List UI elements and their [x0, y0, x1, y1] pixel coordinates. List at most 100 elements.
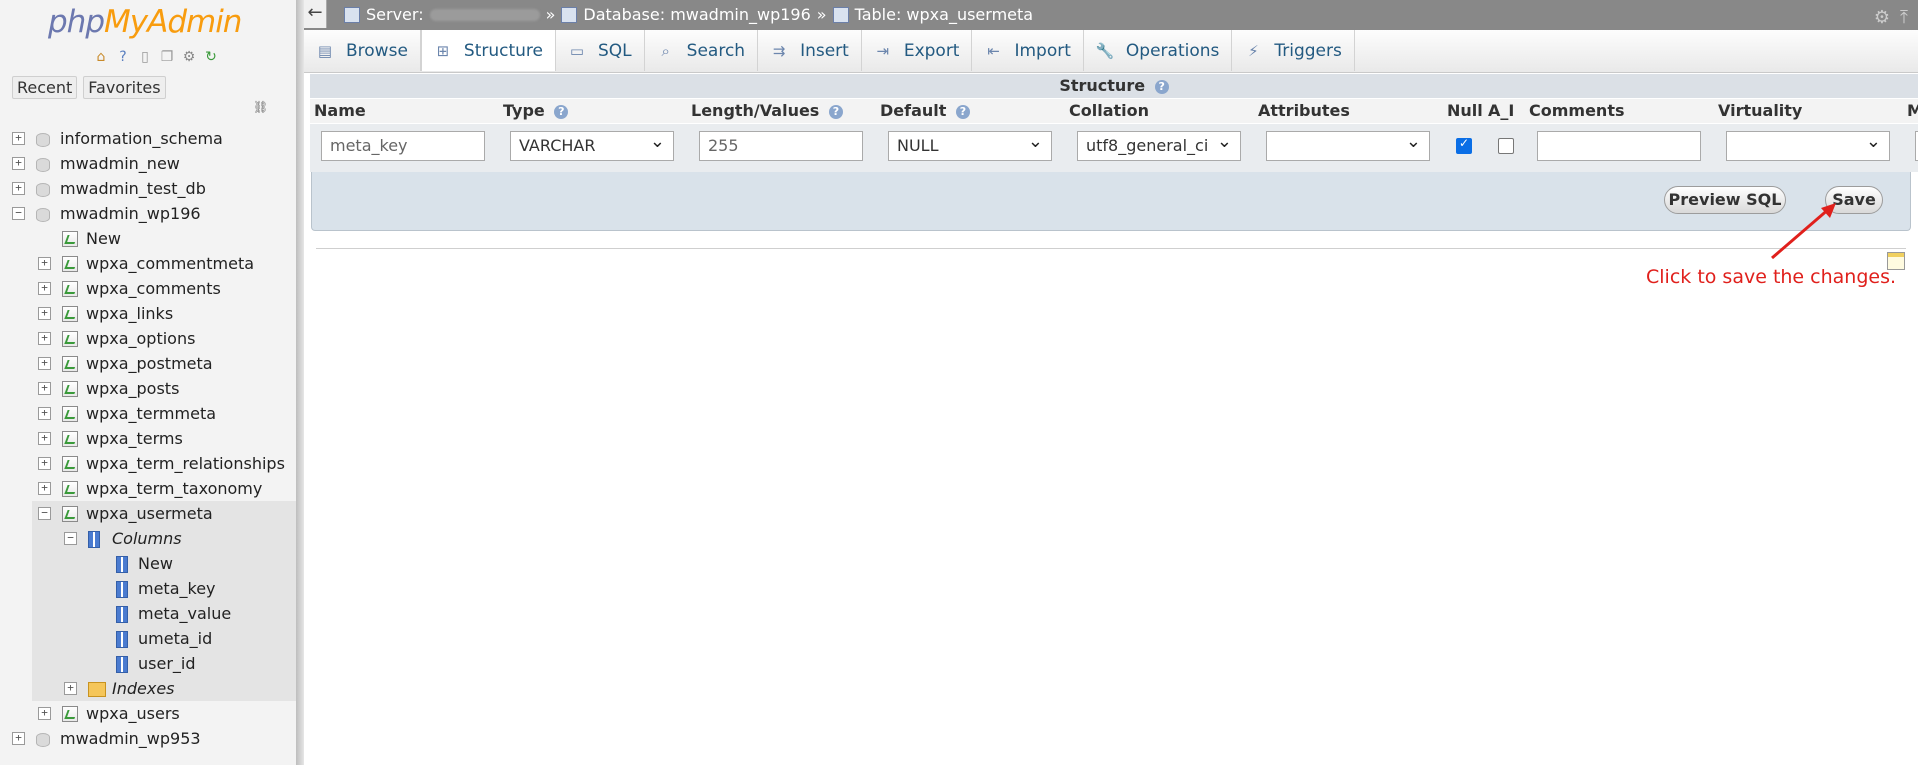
tree-item-label[interactable]: wpxa_term_taxonomy	[86, 476, 262, 501]
breadcrumb-server[interactable]: Server:	[366, 0, 424, 30]
tree-item-table[interactable]: + wpxa_commentmeta	[0, 251, 300, 276]
tab-sql[interactable]: ▭ SQL	[556, 30, 645, 71]
tree-item-label[interactable]: meta_key	[138, 576, 216, 601]
tree-item-label[interactable]: wpxa_usermeta	[86, 501, 213, 526]
tab-search[interactable]: ⌕ Search	[645, 30, 759, 71]
tree-item-new-column[interactable]: New	[32, 551, 300, 576]
column-length-input[interactable]: 255	[699, 131, 863, 161]
tree-item-label[interactable]: mwadmin_new	[60, 151, 180, 176]
collapse-icon[interactable]: −	[12, 207, 25, 220]
tree-item-column[interactable]: meta_value	[32, 601, 300, 626]
tree-item-label[interactable]: wpxa_terms	[86, 426, 183, 451]
column-name-input[interactable]: meta_key	[321, 131, 485, 161]
tree-item-table[interactable]: + wpxa_postmeta	[0, 351, 300, 376]
tree-item-label[interactable]: wpxa_termmeta	[86, 401, 216, 426]
collapse-icon[interactable]: ⤒	[1900, 3, 1908, 33]
expand-icon[interactable]: +	[38, 382, 51, 395]
expand-icon[interactable]: +	[38, 257, 51, 270]
expand-icon[interactable]: +	[38, 357, 51, 370]
breadcrumb-database[interactable]: Database: mwadmin_wp196	[583, 0, 810, 30]
tree-item-table[interactable]: + wpxa_termmeta	[0, 401, 300, 426]
tree-item-mwadmin-new[interactable]: + mwadmin_new	[0, 151, 300, 176]
column-type-select[interactable]: VARCHAR	[510, 131, 674, 161]
expand-icon[interactable]: +	[12, 157, 25, 170]
copy-icon[interactable]: ❐	[158, 48, 176, 66]
settings-gear-icon[interactable]: ⚙	[1874, 3, 1890, 33]
tree-item-table[interactable]: + wpxa_terms	[0, 426, 300, 451]
tree-item-label[interactable]: mwadmin_test_db	[60, 176, 206, 201]
expand-icon[interactable]: +	[64, 682, 77, 695]
auto-increment-checkbox[interactable]	[1498, 138, 1514, 154]
collapse-sidebar-button[interactable]: ←	[304, 0, 327, 28]
expand-icon[interactable]: +	[38, 457, 51, 470]
column-virtuality-select[interactable]	[1726, 131, 1890, 161]
tree-item-label[interactable]: user_id	[138, 651, 196, 676]
tree-item-table[interactable]: + wpxa_links	[0, 301, 300, 326]
tree-item-indexes[interactable]: + Indexes	[32, 676, 300, 701]
expand-icon[interactable]: +	[12, 132, 25, 145]
home-icon[interactable]: ⌂	[92, 48, 110, 66]
tree-item-mwadmin-test-db[interactable]: + mwadmin_test_db	[0, 176, 300, 201]
recent-button[interactable]: Recent	[12, 76, 78, 99]
help-icon[interactable]: ?	[1154, 79, 1169, 94]
expand-icon[interactable]: +	[38, 707, 51, 720]
expand-icon[interactable]: +	[12, 732, 25, 745]
tree-item-label[interactable]: wpxa_postmeta	[86, 351, 213, 376]
tree-item-label[interactable]: New	[86, 226, 121, 251]
tree-item-label[interactable]: wpxa_term_relationships	[86, 451, 285, 476]
tab-export[interactable]: ⇥ Export	[862, 30, 973, 71]
tree-item-information-schema[interactable]: + information_schema	[0, 126, 300, 151]
collapse-icon[interactable]: −	[38, 507, 51, 520]
tree-item-label[interactable]: wpxa_commentmeta	[86, 251, 254, 276]
tree-item-label[interactable]: meta_value	[138, 601, 231, 626]
tree-item-new-table[interactable]: New	[0, 226, 300, 251]
tab-insert[interactable]: ⇉ Insert	[758, 30, 862, 71]
tree-item-table[interactable]: + wpxa_posts	[0, 376, 300, 401]
tree-item-table[interactable]: + wpxa_term_taxonomy	[0, 476, 300, 501]
expand-icon[interactable]: +	[38, 332, 51, 345]
help-icon[interactable]: ?	[828, 104, 843, 119]
column-attributes-select[interactable]	[1266, 131, 1430, 161]
favorites-button[interactable]: Favorites	[83, 76, 166, 99]
tree-item-table-selected[interactable]: − wpxa_usermeta	[32, 501, 300, 526]
expand-icon[interactable]: +	[38, 407, 51, 420]
settings-icon[interactable]: ⚙	[180, 48, 198, 66]
tree-item-label[interactable]: wpxa_options	[86, 326, 195, 351]
tree-item-label[interactable]: New	[138, 551, 173, 576]
tree-item-label[interactable]: mwadmin_wp196	[60, 201, 201, 226]
tree-item-label[interactable]: wpxa_users	[86, 701, 180, 726]
column-collation-select[interactable]: utf8_general_ci	[1077, 131, 1241, 161]
link-icon[interactable]: ⛓	[253, 100, 271, 114]
sidebar-resize-handle[interactable]	[296, 0, 304, 765]
tree-item-table[interactable]: + wpxa_users	[0, 701, 300, 726]
tree-item-column[interactable]: user_id	[32, 651, 300, 676]
help-icon[interactable]: ?	[956, 104, 970, 119]
column-comments-input[interactable]	[1537, 131, 1701, 161]
tree-item-table[interactable]: + wpxa_comments	[0, 276, 300, 301]
tree-item-mwadmin-wp953[interactable]: + mwadmin_wp953	[0, 726, 300, 751]
column-default-select[interactable]: NULL	[888, 131, 1052, 161]
docs-icon[interactable]: ▯	[136, 48, 154, 66]
tree-item-label[interactable]: wpxa_comments	[86, 276, 221, 301]
tree-item-label[interactable]: Columns	[112, 526, 182, 551]
expand-icon[interactable]: +	[12, 182, 25, 195]
tree-item-label[interactable]: wpxa_links	[86, 301, 173, 326]
tab-import[interactable]: ⇤ Import	[972, 30, 1084, 71]
tree-item-label[interactable]: information_schema	[60, 126, 223, 151]
collapse-icon[interactable]: −	[64, 532, 77, 545]
help-icon[interactable]: ?	[554, 104, 569, 119]
tree-item-column[interactable]: umeta_id	[32, 626, 300, 651]
tree-item-label[interactable]: umeta_id	[138, 626, 212, 651]
tab-triggers[interactable]: ⚡ Triggers	[1232, 30, 1355, 71]
tab-operations[interactable]: 🔧 Operations	[1084, 30, 1233, 71]
expand-icon[interactable]: +	[38, 307, 51, 320]
tree-item-column[interactable]: meta_key	[32, 576, 300, 601]
tree-item-mwadmin-wp196[interactable]: − mwadmin_wp196	[0, 201, 300, 226]
tree-item-label[interactable]: wpxa_posts	[86, 376, 179, 401]
tree-item-table[interactable]: + wpxa_options	[0, 326, 300, 351]
breadcrumb-table[interactable]: Table: wpxa_usermeta	[855, 0, 1034, 30]
tree-item-label[interactable]: mwadmin_wp953	[60, 726, 201, 751]
expand-icon[interactable]: +	[38, 432, 51, 445]
tree-item-label[interactable]: Indexes	[112, 676, 175, 701]
tree-item-table[interactable]: + wpxa_term_relationships	[0, 451, 300, 476]
